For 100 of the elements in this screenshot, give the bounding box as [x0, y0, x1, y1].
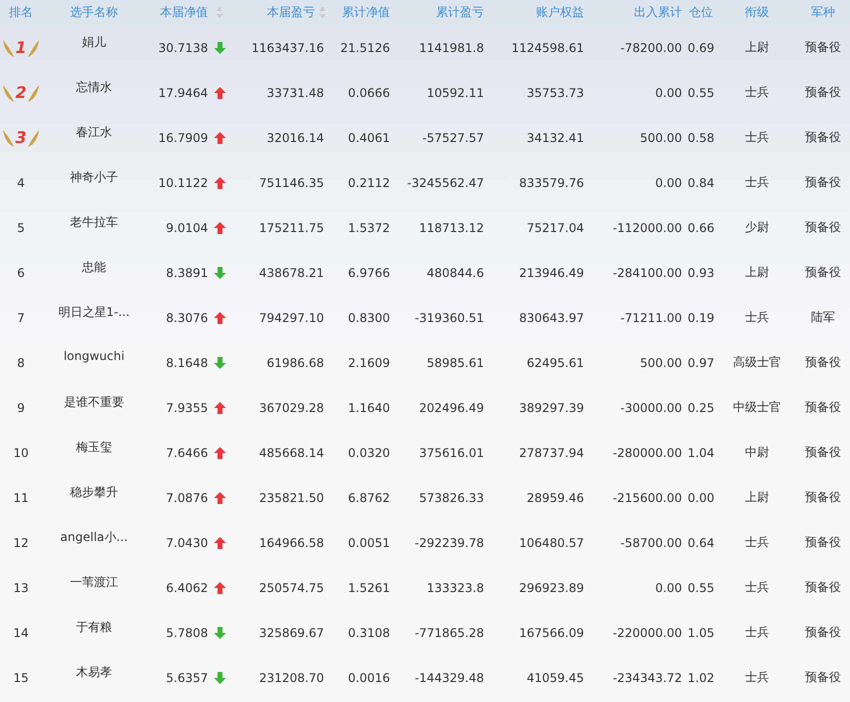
player-name[interactable]: 稳步攀升 — [70, 484, 118, 501]
player-name[interactable]: 一苇渡江 — [70, 574, 118, 591]
table-cell: 0.66 — [688, 220, 714, 234]
sort-icon[interactable] — [319, 7, 326, 18]
table-cell: 0.19 — [688, 310, 714, 324]
table-cell: 30.7138 — [158, 40, 208, 54]
table-cell: 7.0876 — [166, 490, 208, 504]
table-cell-text: 213946.49 — [519, 266, 585, 280]
table-cell: 士兵 — [745, 309, 769, 326]
table-cell-text: -280000.00 — [612, 446, 683, 460]
table-cell: 4 — [17, 176, 25, 190]
table-cell: 预备役 — [805, 624, 841, 641]
column-header: 仓位 — [689, 4, 713, 21]
table-cell: 预备役 — [805, 84, 841, 101]
table-cell-text: 830643.97 — [519, 310, 585, 324]
player-name[interactable]: 是谁不重要 — [64, 394, 124, 411]
table-cell: 7.0430 — [166, 536, 208, 550]
sort-icon[interactable] — [216, 7, 223, 18]
table-cell-text: 1141981.8 — [419, 40, 485, 54]
table-cell: 预备役 — [805, 129, 841, 146]
table-cell: 士兵 — [745, 534, 769, 551]
table-cell: 0.97 — [688, 356, 714, 370]
table-cell: 16.7909 — [158, 130, 208, 144]
table-cell-text: 1.5372 — [348, 220, 391, 234]
player-name[interactable]: 娟儿 — [82, 34, 106, 51]
table-cell: 5 — [17, 220, 25, 234]
rank-number: 2 — [14, 82, 28, 102]
table-cell: 8 — [17, 356, 25, 370]
table-cell-text: 367029.28 — [259, 400, 325, 414]
table-cell-text: 0.8300 — [348, 310, 391, 324]
table-cell: 预备役 — [805, 39, 841, 56]
table-cell: 预备役 — [805, 219, 841, 236]
table-cell-text: 75217.04 — [526, 220, 585, 234]
table-cell: 预备役 — [805, 489, 841, 506]
table-cell-text: 485668.14 — [259, 446, 325, 460]
table-cell-text: 438678.21 — [259, 266, 325, 280]
table-cell-text: 1.1640 — [348, 400, 391, 414]
table-cell: 高级士官 — [733, 354, 781, 371]
column-header: 累计盈亏 — [436, 4, 484, 21]
player-name[interactable]: 木易孝 — [76, 664, 112, 681]
table-cell-text: 500.00 — [640, 130, 683, 144]
player-name[interactable]: 于有粮 — [76, 619, 112, 636]
player-name[interactable]: 忘情水 — [76, 79, 112, 96]
table-cell-text: 33731.48 — [266, 86, 325, 100]
table-cell-text: 164966.58 — [259, 536, 325, 550]
table-cell: 0.55 — [688, 580, 714, 594]
column-header: 账户权益 — [536, 4, 584, 21]
table-cell: 预备役 — [805, 579, 841, 596]
table-cell-text: 0.00 — [655, 176, 683, 190]
table-cell-text: 2.1609 — [348, 356, 391, 370]
table-cell-text: 32016.14 — [266, 130, 325, 144]
table-cell: 士兵 — [745, 579, 769, 596]
table-cell: 0.84 — [688, 176, 714, 190]
column-header: 军种 — [811, 4, 835, 21]
table-cell: 士兵 — [745, 669, 769, 686]
table-cell: 7.6466 — [166, 446, 208, 460]
table-cell-text: -771865.28 — [414, 626, 485, 640]
player-name[interactable]: angella小... — [60, 529, 128, 546]
table-cell: 预备役 — [805, 399, 841, 416]
table-cell-text: 106480.57 — [519, 536, 585, 550]
player-name[interactable]: 春江水 — [76, 124, 112, 141]
table-cell-text: -30000.00 — [620, 400, 683, 414]
table-cell-text: 325869.67 — [259, 626, 325, 640]
player-name[interactable]: 梅玉玺 — [76, 439, 112, 456]
table-cell-text: 794297.10 — [259, 310, 325, 324]
table-cell: 士兵 — [745, 174, 769, 191]
table-cell: 8.1648 — [166, 356, 208, 370]
player-name[interactable]: 忠能 — [82, 259, 106, 276]
table-cell: 8.3891 — [166, 266, 208, 280]
player-name[interactable]: 明日之星1-... — [58, 304, 130, 321]
table-cell-text: 0.0051 — [348, 536, 391, 550]
table-cell-text: 202496.49 — [419, 400, 485, 414]
table-cell-text: 6.9766 — [348, 266, 391, 280]
table-cell: 5.6357 — [166, 670, 208, 684]
table-cell-text: 278737.94 — [519, 446, 585, 460]
table-cell-text: 0.00 — [655, 86, 683, 100]
column-header: 累计净值 — [342, 4, 390, 21]
table-cell-text: -71211.00 — [620, 310, 683, 324]
player-name[interactable]: 老牛拉车 — [70, 214, 118, 231]
table-cell-text: 375616.01 — [419, 446, 485, 460]
table-cell: 0.25 — [688, 400, 714, 414]
table-cell-text: -234343.72 — [612, 670, 683, 684]
table-cell-text: 573826.33 — [419, 490, 485, 504]
table-cell: 0.00 — [688, 490, 714, 504]
column-header: 出入累计 — [634, 4, 682, 21]
table-cell: 上尉 — [745, 39, 769, 56]
table-cell-text: 167566.09 — [519, 626, 585, 640]
table-cell-text: -284100.00 — [612, 266, 683, 280]
table-cell-text: 250574.75 — [259, 580, 325, 594]
table-cell: 1.04 — [688, 446, 714, 460]
player-name[interactable]: 神奇小子 — [70, 169, 118, 186]
table-cell-text: 41059.45 — [526, 670, 585, 684]
table-cell: 士兵 — [745, 84, 769, 101]
player-name[interactable]: longwuchi — [64, 349, 124, 363]
table-cell: 15 — [13, 670, 29, 684]
rank-number: 1 — [14, 38, 28, 58]
table-cell-text: 1163437.16 — [251, 40, 325, 54]
table-cell: 9.0104 — [166, 220, 208, 234]
table-cell-text: 480844.6 — [426, 266, 485, 280]
table-cell-text: 10592.11 — [426, 86, 485, 100]
